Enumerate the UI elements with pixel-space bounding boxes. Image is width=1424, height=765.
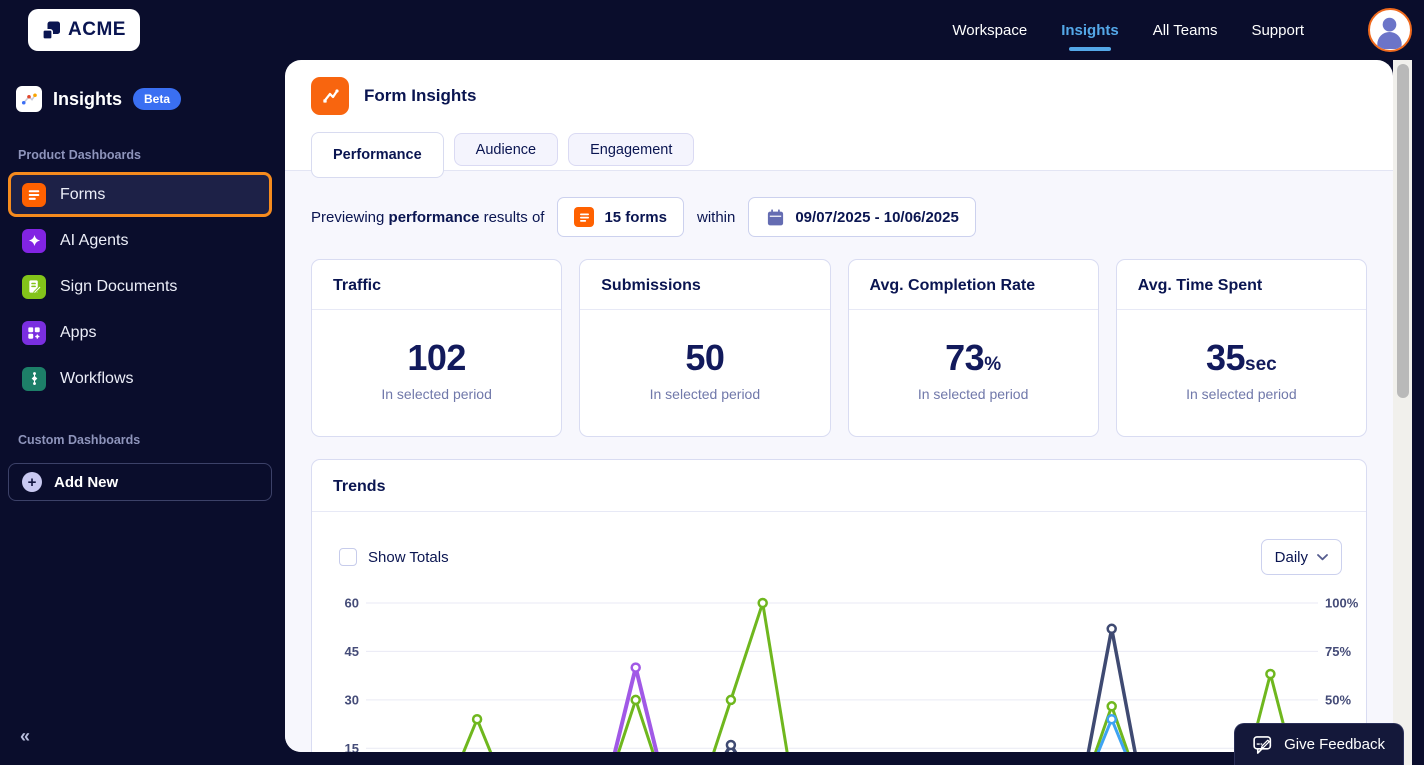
- logo-text: ACME: [68, 19, 126, 40]
- form-insights-icon: [311, 77, 349, 115]
- user-avatar[interactable]: [1368, 8, 1412, 52]
- stat-value: 102: [407, 337, 466, 378]
- plus-icon: +: [22, 472, 42, 492]
- show-totals-label: Show Totals: [368, 548, 449, 566]
- stat-card-submissions: Submissions 50 In selected period: [579, 259, 831, 437]
- stat-caption: In selected period: [649, 386, 761, 402]
- forms-selector-button[interactable]: 15 forms: [557, 197, 684, 237]
- stat-value: 35: [1206, 337, 1246, 378]
- stat-card-time-spent: Avg. Time Spent 35sec In selected period: [1115, 259, 1367, 437]
- stat-title: Avg. Completion Rate: [848, 260, 1098, 310]
- workflows-icon: [22, 366, 46, 391]
- sidebar-item-workflows[interactable]: Workflows: [8, 356, 272, 401]
- acme-logo-icon: [42, 21, 61, 40]
- sidebar-item-label: Sign Documents: [60, 277, 178, 295]
- tab-audience[interactable]: Audience: [453, 133, 559, 166]
- stat-title: Submissions: [580, 260, 830, 310]
- svg-text:60: 60: [345, 596, 359, 611]
- sidebar-item-label: Workflows: [60, 369, 134, 387]
- date-range-label: 09/07/2025 - 10/06/2025: [795, 208, 959, 226]
- stat-value: 73: [945, 337, 985, 378]
- nav-item-all-teams[interactable]: All Teams: [1153, 22, 1218, 39]
- stat-card-traffic: Traffic 102 In selected period: [311, 259, 563, 437]
- stat-card-completion-rate: Avg. Completion Rate 73% In selected per…: [847, 259, 1099, 437]
- sidebar: Insights Beta Product Dashboards Forms A…: [0, 60, 280, 765]
- stat-title: Traffic: [312, 260, 562, 310]
- apps-icon: [22, 320, 46, 345]
- main-panel: Form Insights Performance Audience Engag…: [285, 60, 1393, 752]
- date-range-button[interactable]: 09/07/2025 - 10/06/2025: [748, 197, 976, 237]
- tab-bar: Performance Audience Engagement: [285, 132, 1393, 178]
- filter-bar: Previewing performance results of 15 for…: [311, 197, 1367, 237]
- form-icon: [574, 207, 595, 227]
- section-label-product-dashboards: Product Dashboards: [18, 148, 141, 162]
- sidebar-title: Insights: [53, 88, 123, 109]
- top-bar: ACME Workspace Insights All Teams Suppor…: [0, 0, 1424, 60]
- svg-text:50%: 50%: [1325, 692, 1351, 707]
- sidebar-item-ai-agents[interactable]: AI Agents: [8, 218, 272, 263]
- vertical-scrollbar[interactable]: [1393, 60, 1412, 765]
- sidebar-item-forms[interactable]: Forms: [8, 172, 272, 217]
- scrollbar-thumb[interactable]: [1396, 64, 1409, 398]
- sidebar-item-sign-documents[interactable]: Sign Documents: [8, 264, 272, 309]
- trends-chart: 15 30 45 60 50% 75% 100%: [345, 596, 1359, 752]
- user-icon: [1377, 17, 1402, 50]
- interval-value: Daily: [1274, 548, 1308, 566]
- svg-text:45: 45: [345, 644, 359, 659]
- sidebar-item-label: AI Agents: [60, 231, 129, 249]
- svg-text:15: 15: [345, 741, 359, 752]
- interval-select[interactable]: Daily: [1260, 539, 1342, 575]
- svg-text:75%: 75%: [1325, 644, 1351, 659]
- calendar-icon: [765, 207, 785, 227]
- svg-text:30: 30: [345, 692, 359, 707]
- svg-text:100%: 100%: [1325, 596, 1359, 611]
- nav-item-insights[interactable]: Insights: [1061, 22, 1119, 51]
- add-new-button[interactable]: + Add New: [8, 463, 272, 501]
- sidebar-header: Insights Beta: [8, 74, 272, 138]
- stat-title: Avg. Time Spent: [1116, 260, 1366, 310]
- give-feedback-button[interactable]: Give Feedback: [1234, 723, 1404, 765]
- stat-value: 50: [685, 337, 725, 378]
- feedback-icon: [1253, 735, 1272, 754]
- add-new-label: Add New: [54, 473, 119, 491]
- stat-caption: In selected period: [1186, 386, 1297, 402]
- trends-title: Trends: [312, 460, 1366, 512]
- insights-app-icon: [16, 86, 42, 112]
- ai-agents-icon: [22, 228, 46, 253]
- forms-selector-label: 15 forms: [604, 208, 667, 226]
- forms-icon: [22, 182, 46, 207]
- sidebar-item-label: Apps: [60, 323, 97, 341]
- sidebar-item-label: Forms: [60, 185, 106, 203]
- chevron-down-icon: [1317, 553, 1328, 560]
- acme-logo[interactable]: ACME: [28, 9, 140, 51]
- section-label-custom-dashboards: Custom Dashboards: [18, 433, 141, 447]
- trends-controls: Show Totals Daily: [312, 512, 1366, 575]
- stats-row: Traffic 102 In selected period Submissio…: [311, 259, 1367, 437]
- main-header: Form Insights: [285, 60, 1393, 132]
- screen: ACME Workspace Insights All Teams Suppor…: [0, 0, 1424, 765]
- trends-chart-container: 15 30 45 60 50% 75% 100%: [312, 587, 1366, 752]
- nav-item-workspace[interactable]: Workspace: [952, 22, 1027, 39]
- tab-performance[interactable]: Performance: [311, 132, 444, 178]
- tab-engagement[interactable]: Engagement: [568, 133, 695, 166]
- stat-caption: In selected period: [381, 386, 492, 402]
- sign-documents-icon: [22, 274, 46, 299]
- sidebar-item-apps[interactable]: Apps: [8, 310, 272, 355]
- within-label: within: [696, 208, 736, 226]
- top-nav: Workspace Insights All Teams Support: [952, 8, 1412, 52]
- nav-item-support[interactable]: Support: [1251, 22, 1304, 39]
- show-totals-checkbox[interactable]: [339, 548, 357, 566]
- feedback-label: Give Feedback: [1284, 736, 1385, 753]
- stat-caption: In selected period: [917, 386, 1029, 402]
- trends-card: Trends Show Totals Daily 15 30 45 60 50% 75% 1…: [311, 459, 1367, 752]
- filter-text: Previewing performance results of: [311, 208, 545, 226]
- sidebar-collapse-button[interactable]: «: [20, 726, 30, 747]
- page-title: Form Insights: [364, 86, 477, 105]
- beta-badge: Beta: [133, 88, 182, 110]
- content-area: Previewing performance results of 15 for…: [285, 171, 1393, 752]
